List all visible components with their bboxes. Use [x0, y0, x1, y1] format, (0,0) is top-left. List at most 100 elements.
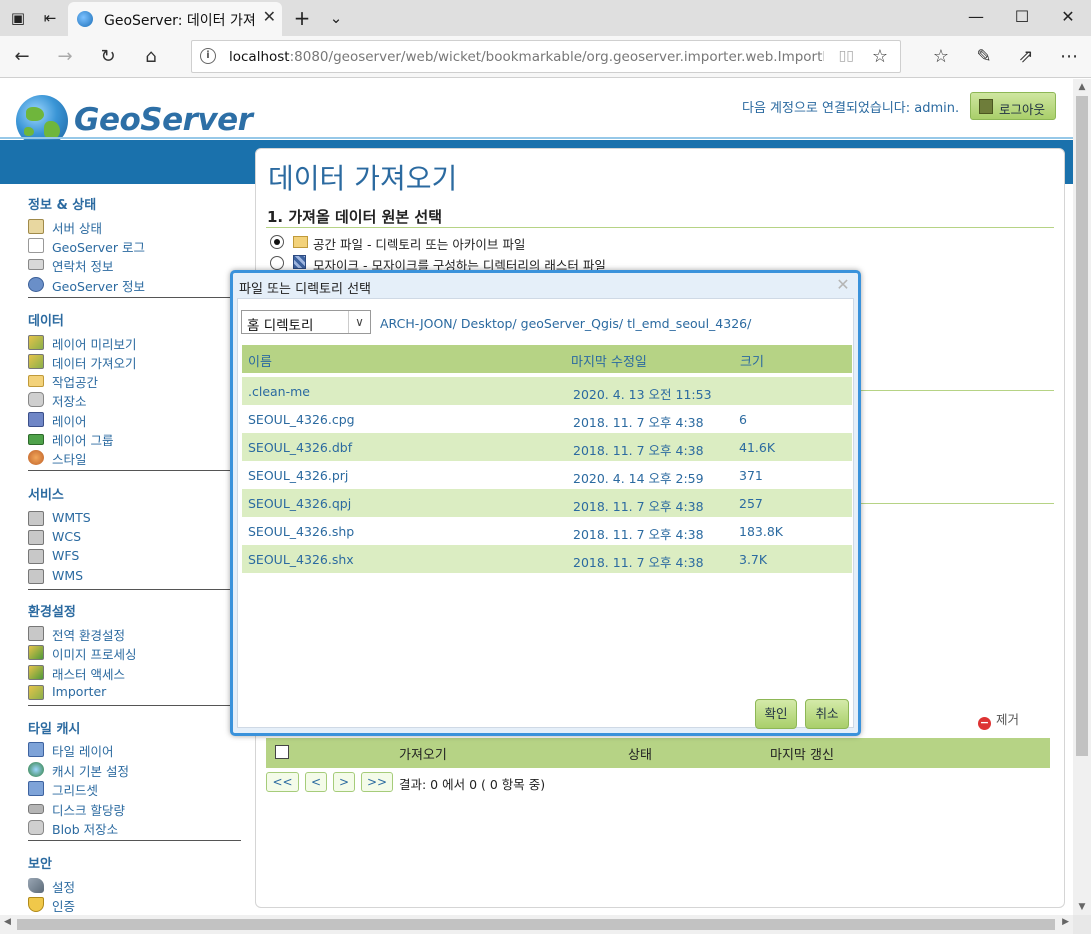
forward-icon[interactable]: →	[51, 44, 79, 70]
pager-next-button[interactable]: >	[333, 772, 355, 792]
pager-first-button[interactable]: <<	[266, 772, 299, 792]
file-name[interactable]: .clean-me	[248, 384, 310, 399]
favorite-star-icon[interactable]: ☆	[872, 46, 888, 67]
col-size[interactable]: 크기	[740, 351, 764, 370]
url-text[interactable]: localhost:8080/geoserver/web/wicket/book…	[229, 49, 824, 65]
pen-icon[interactable]: ✎	[970, 44, 998, 70]
file-name[interactable]: SEOUL_4326.prj	[248, 468, 348, 483]
new-tab-icon[interactable]: +	[290, 6, 314, 30]
breadcrumb-item[interactable]: Desktop/	[461, 316, 517, 331]
root-directory-value: 홈 디렉토리	[247, 318, 314, 334]
scroll-right-icon[interactable]: ▶	[1062, 917, 1069, 927]
mosaic-icon	[293, 255, 306, 269]
reading-view-icon[interactable]: ▯▯	[839, 48, 854, 64]
share-icon[interactable]: ⇗	[1012, 44, 1040, 70]
back-icon[interactable]: ←	[8, 44, 36, 70]
scroll-left-icon[interactable]: ◀	[4, 917, 11, 927]
file-modified: 2020. 4. 14 오후 2:59	[573, 471, 704, 486]
folder-icon	[293, 236, 308, 248]
scroll-up-icon[interactable]: ▲	[1073, 82, 1091, 92]
sidebar-divider	[28, 470, 241, 471]
radio-mosaic[interactable]	[270, 256, 284, 270]
home-icon[interactable]: ⌂	[137, 44, 165, 70]
sidebar-section-data: 데이터	[28, 314, 64, 329]
file-size: 41.6K	[739, 440, 776, 455]
logout-button[interactable]: 로그아웃	[970, 92, 1056, 120]
pager-last-button[interactable]: >>	[361, 772, 393, 792]
style-icon	[28, 450, 44, 465]
tile-layer-icon	[28, 742, 44, 757]
table-row[interactable]: SEOUL_4326.prj 2020. 4. 14 오후 2:59 371	[242, 461, 852, 489]
layer-preview-icon	[28, 335, 44, 350]
maximize-icon[interactable]: ☐	[999, 0, 1045, 36]
tab-list-icon[interactable]: ⇤	[38, 6, 62, 30]
vertical-scrollbar[interactable]: ▲ ▼	[1073, 79, 1091, 915]
col-last-updated[interactable]: 마지막 갱신	[770, 744, 834, 763]
dialog-close-icon[interactable]: ✕	[834, 276, 852, 294]
col-status[interactable]: 상태	[628, 744, 652, 763]
table-row[interactable]: SEOUL_4326.shx 2018. 11. 7 오후 4:38 3.7K	[242, 545, 852, 573]
imports-table-header: 가져오기 상태 마지막 갱신	[266, 738, 1050, 768]
url-host: localhost	[229, 49, 290, 65]
minimize-icon[interactable]: —	[953, 0, 999, 36]
image-processing-icon	[28, 645, 44, 660]
root-directory-select[interactable]: 홈 디렉토리 ∨	[241, 310, 371, 334]
browser-nav-bar: ← → ↻ ⌂ i localhost:8080/geoserver/web/w…	[0, 36, 1091, 78]
file-name[interactable]: SEOUL_4326.shp	[248, 524, 354, 539]
tab-dropdown-icon[interactable]: ⌄	[324, 6, 348, 30]
more-icon[interactable]: ⋯	[1055, 44, 1083, 70]
favorites-icon[interactable]: ☆	[927, 44, 955, 70]
step2-divider	[854, 390, 1054, 391]
cancel-button[interactable]: 취소	[805, 699, 849, 729]
close-window-icon[interactable]: ✕	[1045, 0, 1091, 36]
file-name[interactable]: SEOUL_4326.cpg	[248, 412, 355, 427]
file-name[interactable]: SEOUL_4326.shx	[248, 552, 354, 567]
blob-store-icon	[28, 820, 44, 835]
sidebar-section-services: 서비스	[28, 488, 64, 503]
breadcrumb-item[interactable]: geoServer_Qgis/	[521, 316, 623, 331]
pager-prev-button[interactable]: <	[305, 772, 327, 792]
table-row[interactable]: SEOUL_4326.shp 2018. 11. 7 오후 4:38 183.8…	[242, 517, 852, 545]
table-row[interactable]: .clean-me 2020. 4. 13 오전 11:53	[242, 377, 852, 405]
horizontal-scrollbar[interactable]: ◀ ▶	[0, 915, 1073, 934]
table-row[interactable]: SEOUL_4326.cpg 2018. 11. 7 오후 4:38 6	[242, 405, 852, 433]
file-name[interactable]: SEOUL_4326.qpj	[248, 496, 351, 511]
breadcrumb-item[interactable]: ARCH-JOON/	[380, 316, 457, 331]
col-import[interactable]: 가져오기	[399, 744, 447, 763]
file-chooser-dialog: 파일 또는 디렉토리 선택 ✕ 홈 디렉토리 ∨ ARCH-JOON/Deskt…	[230, 270, 861, 736]
remove-icon: −	[978, 716, 991, 730]
contact-icon	[28, 259, 44, 270]
info-icon	[28, 277, 44, 292]
tab-actions-icon[interactable]: ▣	[6, 6, 30, 30]
tab-close-icon[interactable]: ✕	[263, 7, 276, 26]
file-modified: 2018. 11. 7 오후 4:38	[573, 443, 704, 458]
browser-tab[interactable]: GeoServer: 데이터 가져 ✕	[68, 2, 282, 36]
table-row[interactable]: SEOUL_4326.qpj 2018. 11. 7 오후 4:38 257	[242, 489, 852, 517]
security-settings-icon	[28, 878, 44, 893]
file-table-header: 이름 마지막 수정일 크기	[242, 345, 852, 373]
chevron-down-icon: ∨	[348, 311, 370, 333]
col-name[interactable]: 이름	[248, 351, 272, 370]
radio-spatial-file[interactable]	[270, 235, 284, 249]
select-all-checkbox[interactable]	[275, 745, 289, 759]
vertical-scroll-thumb[interactable]	[1076, 96, 1088, 756]
sidebar-section-settings: 환경설정	[28, 605, 76, 620]
file-size: 3.7K	[739, 552, 768, 567]
col-modified[interactable]: 마지막 수정일	[571, 351, 647, 370]
refresh-icon[interactable]: ↻	[94, 44, 122, 70]
file-modified: 2018. 11. 7 오후 4:38	[573, 555, 704, 570]
dialog-title: 파일 또는 디렉토리 선택	[239, 282, 371, 297]
file-modified: 2020. 4. 13 오전 11:53	[573, 387, 712, 402]
remove-link[interactable]: − 제거	[978, 709, 1019, 730]
breadcrumb-item[interactable]: tl_emd_seoul_4326/	[627, 316, 751, 331]
logout-label: 로그아웃	[999, 102, 1046, 117]
sidebar-divider	[28, 297, 241, 298]
login-info: 다음 계정으로 연결되었습니다: admin.	[742, 101, 960, 116]
table-row[interactable]: SEOUL_4326.dbf 2018. 11. 7 오후 4:38 41.6K	[242, 433, 852, 461]
site-info-icon[interactable]: i	[200, 48, 216, 64]
file-name[interactable]: SEOUL_4326.dbf	[248, 440, 352, 455]
horizontal-scroll-thumb[interactable]	[17, 919, 1055, 930]
scroll-down-icon[interactable]: ▼	[1073, 902, 1091, 912]
address-bar[interactable]: i localhost:8080/geoserver/web/wicket/bo…	[191, 40, 901, 73]
ok-button[interactable]: 확인	[755, 699, 797, 729]
